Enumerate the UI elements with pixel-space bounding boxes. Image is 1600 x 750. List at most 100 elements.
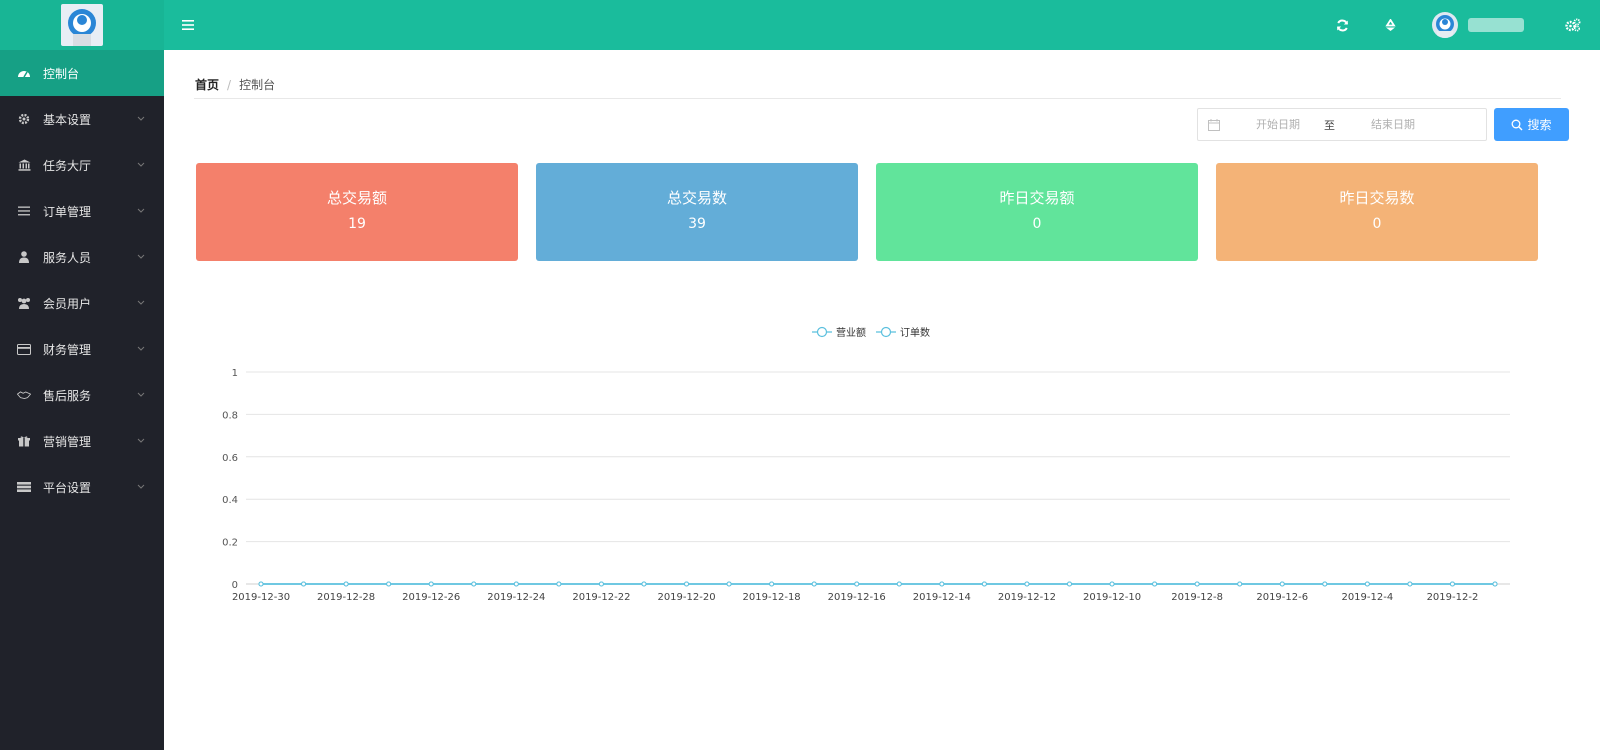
- sidebar-item-label: 财务管理: [43, 342, 92, 357]
- breadcrumb-current: 控制台: [239, 78, 276, 92]
- sidebar-item-label: 平台设置: [43, 480, 92, 495]
- sidebar-item-label: 售后服务: [43, 388, 92, 403]
- y-tick-label: 0.2: [222, 538, 238, 549]
- x-tick-label: 2019-12-30: [232, 592, 290, 603]
- data-point: [726, 581, 732, 587]
- user-menu[interactable]: [1432, 12, 1524, 38]
- data-point: [684, 581, 690, 587]
- legend-marker: [816, 326, 828, 338]
- stat-card-yesterday-count: 昨日交易数 0: [1216, 163, 1538, 261]
- data-point: [258, 581, 264, 587]
- avatar: [1432, 12, 1458, 38]
- data-point: [343, 581, 349, 587]
- divider: [194, 98, 1561, 99]
- server-icon: [17, 480, 31, 494]
- breadcrumb: 首页 / 控制台: [195, 76, 275, 93]
- gears-icon[interactable]: [1563, 15, 1583, 35]
- line-chart: 营业额 订单数 0 0.2 0.4 0.6 0.8 1 2019-12-30 2019-12-28…: [222, 326, 1510, 603]
- stat-value: 39: [688, 216, 706, 232]
- main-content: 首页 / 控制台 至 搜索 总交易额 19 总交易数 39 昨日交易额 0 昨日交易…: [164, 50, 1600, 750]
- data-point: [428, 581, 434, 587]
- legend-marker: [880, 326, 892, 338]
- gift-icon: [17, 434, 31, 448]
- data-point: [386, 581, 392, 587]
- search-button[interactable]: 搜索: [1494, 108, 1569, 141]
- sidebar-item-label: 会员用户: [43, 296, 92, 311]
- x-tick-label: 2019-12-14: [913, 592, 971, 603]
- x-tick-label: 2019-12-18: [743, 592, 801, 603]
- data-point: [896, 581, 902, 587]
- stat-card-yesterday-amount: 昨日交易额 0: [876, 163, 1198, 261]
- sidebar-item-basic-settings[interactable]: 基本设置: [0, 96, 164, 142]
- sidebar-item-after-sales[interactable]: 售后服务: [0, 372, 164, 418]
- x-tick-label: 2019-12-28: [317, 592, 375, 603]
- chevron-down-icon: [136, 297, 146, 307]
- logo-area[interactable]: [0, 0, 164, 50]
- top-header: [164, 0, 1600, 50]
- credit-card-icon: [17, 342, 31, 356]
- logo: [61, 4, 103, 46]
- start-date-input[interactable]: [1238, 118, 1318, 131]
- refresh-icon[interactable]: [1332, 15, 1352, 35]
- x-tick-label: 2019-12-22: [572, 592, 630, 603]
- sidebar-item-label: 服务人员: [43, 250, 92, 265]
- x-tick-label: 2019-12-20: [657, 592, 715, 603]
- data-point: [769, 581, 775, 587]
- sidebar-item-orders[interactable]: 订单管理: [0, 188, 164, 234]
- chevron-down-icon: [136, 251, 146, 261]
- search-button-label: 搜索: [1527, 118, 1552, 132]
- data-point: [1492, 581, 1498, 587]
- data-point: [939, 581, 945, 587]
- date-range-separator: 至: [1324, 118, 1335, 132]
- chevron-down-icon: [136, 481, 146, 491]
- list-icon: [17, 204, 31, 218]
- x-tick-label: 2019-12-24: [487, 592, 545, 603]
- data-point: [1066, 581, 1072, 587]
- stat-title: 总交易额: [326, 189, 387, 207]
- data-point: [641, 581, 647, 587]
- chevron-down-icon: [136, 113, 146, 123]
- data-point: [1364, 581, 1370, 587]
- hamburger-icon[interactable]: [178, 15, 198, 35]
- data-point: [513, 581, 519, 587]
- stat-title: 昨日交易数: [1339, 189, 1415, 207]
- chevron-down-icon: [136, 205, 146, 215]
- breadcrumb-separator: /: [227, 78, 232, 92]
- y-tick-label: 0.4: [222, 495, 238, 506]
- date-range-picker[interactable]: 至: [1197, 108, 1487, 141]
- stat-card-total-count: 总交易数 39: [536, 163, 858, 261]
- sidebar-item-platform-settings[interactable]: 平台设置: [0, 464, 164, 510]
- data-point: [301, 581, 307, 587]
- data-point: [854, 581, 860, 587]
- data-point: [981, 581, 987, 587]
- data-point: [1152, 581, 1158, 587]
- sidebar-item-label: 订单管理: [43, 204, 92, 219]
- x-tick-label: 2019-12-10: [1083, 592, 1141, 603]
- y-tick-label: 0: [232, 580, 238, 591]
- bank-icon: [17, 158, 31, 172]
- breadcrumb-home[interactable]: 首页: [195, 78, 219, 92]
- sidebar-menu: 控制台 基本设置 任务大厅 订单管理 服务人员 会员用户 财务管理 售后服务 营…: [0, 50, 164, 510]
- sidebar-item-label: 任务大厅: [43, 158, 92, 173]
- dashboard-icon: [17, 66, 31, 80]
- sidebar-item-task-hall[interactable]: 任务大厅: [0, 142, 164, 188]
- legend-label: 营业额: [836, 326, 866, 339]
- recycle-icon[interactable]: [1380, 15, 1400, 35]
- sidebar-item-dashboard[interactable]: 控制台: [0, 50, 164, 96]
- end-date-input[interactable]: [1353, 118, 1433, 131]
- sidebar-item-service-staff[interactable]: 服务人员: [0, 234, 164, 280]
- x-tick-label: 2019-12-8: [1171, 592, 1223, 603]
- data-point: [811, 581, 817, 587]
- search-icon: [1511, 119, 1523, 131]
- sidebar-item-finance[interactable]: 财务管理: [0, 326, 164, 372]
- sidebar-item-members[interactable]: 会员用户: [0, 280, 164, 326]
- sidebar: 控制台 基本设置 任务大厅 订单管理 服务人员 会员用户 财务管理 售后服务 营…: [0, 0, 164, 750]
- sidebar-item-label: 营销管理: [43, 434, 92, 449]
- data-point: [1322, 581, 1328, 587]
- data-point: [1194, 581, 1200, 587]
- x-tick-label: 2019-12-16: [828, 592, 886, 603]
- sidebar-item-marketing[interactable]: 营销管理: [0, 418, 164, 464]
- y-tick-label: 0.6: [222, 453, 238, 464]
- stat-title: 总交易数: [666, 189, 727, 207]
- sidebar-item-label: 控制台: [43, 66, 80, 81]
